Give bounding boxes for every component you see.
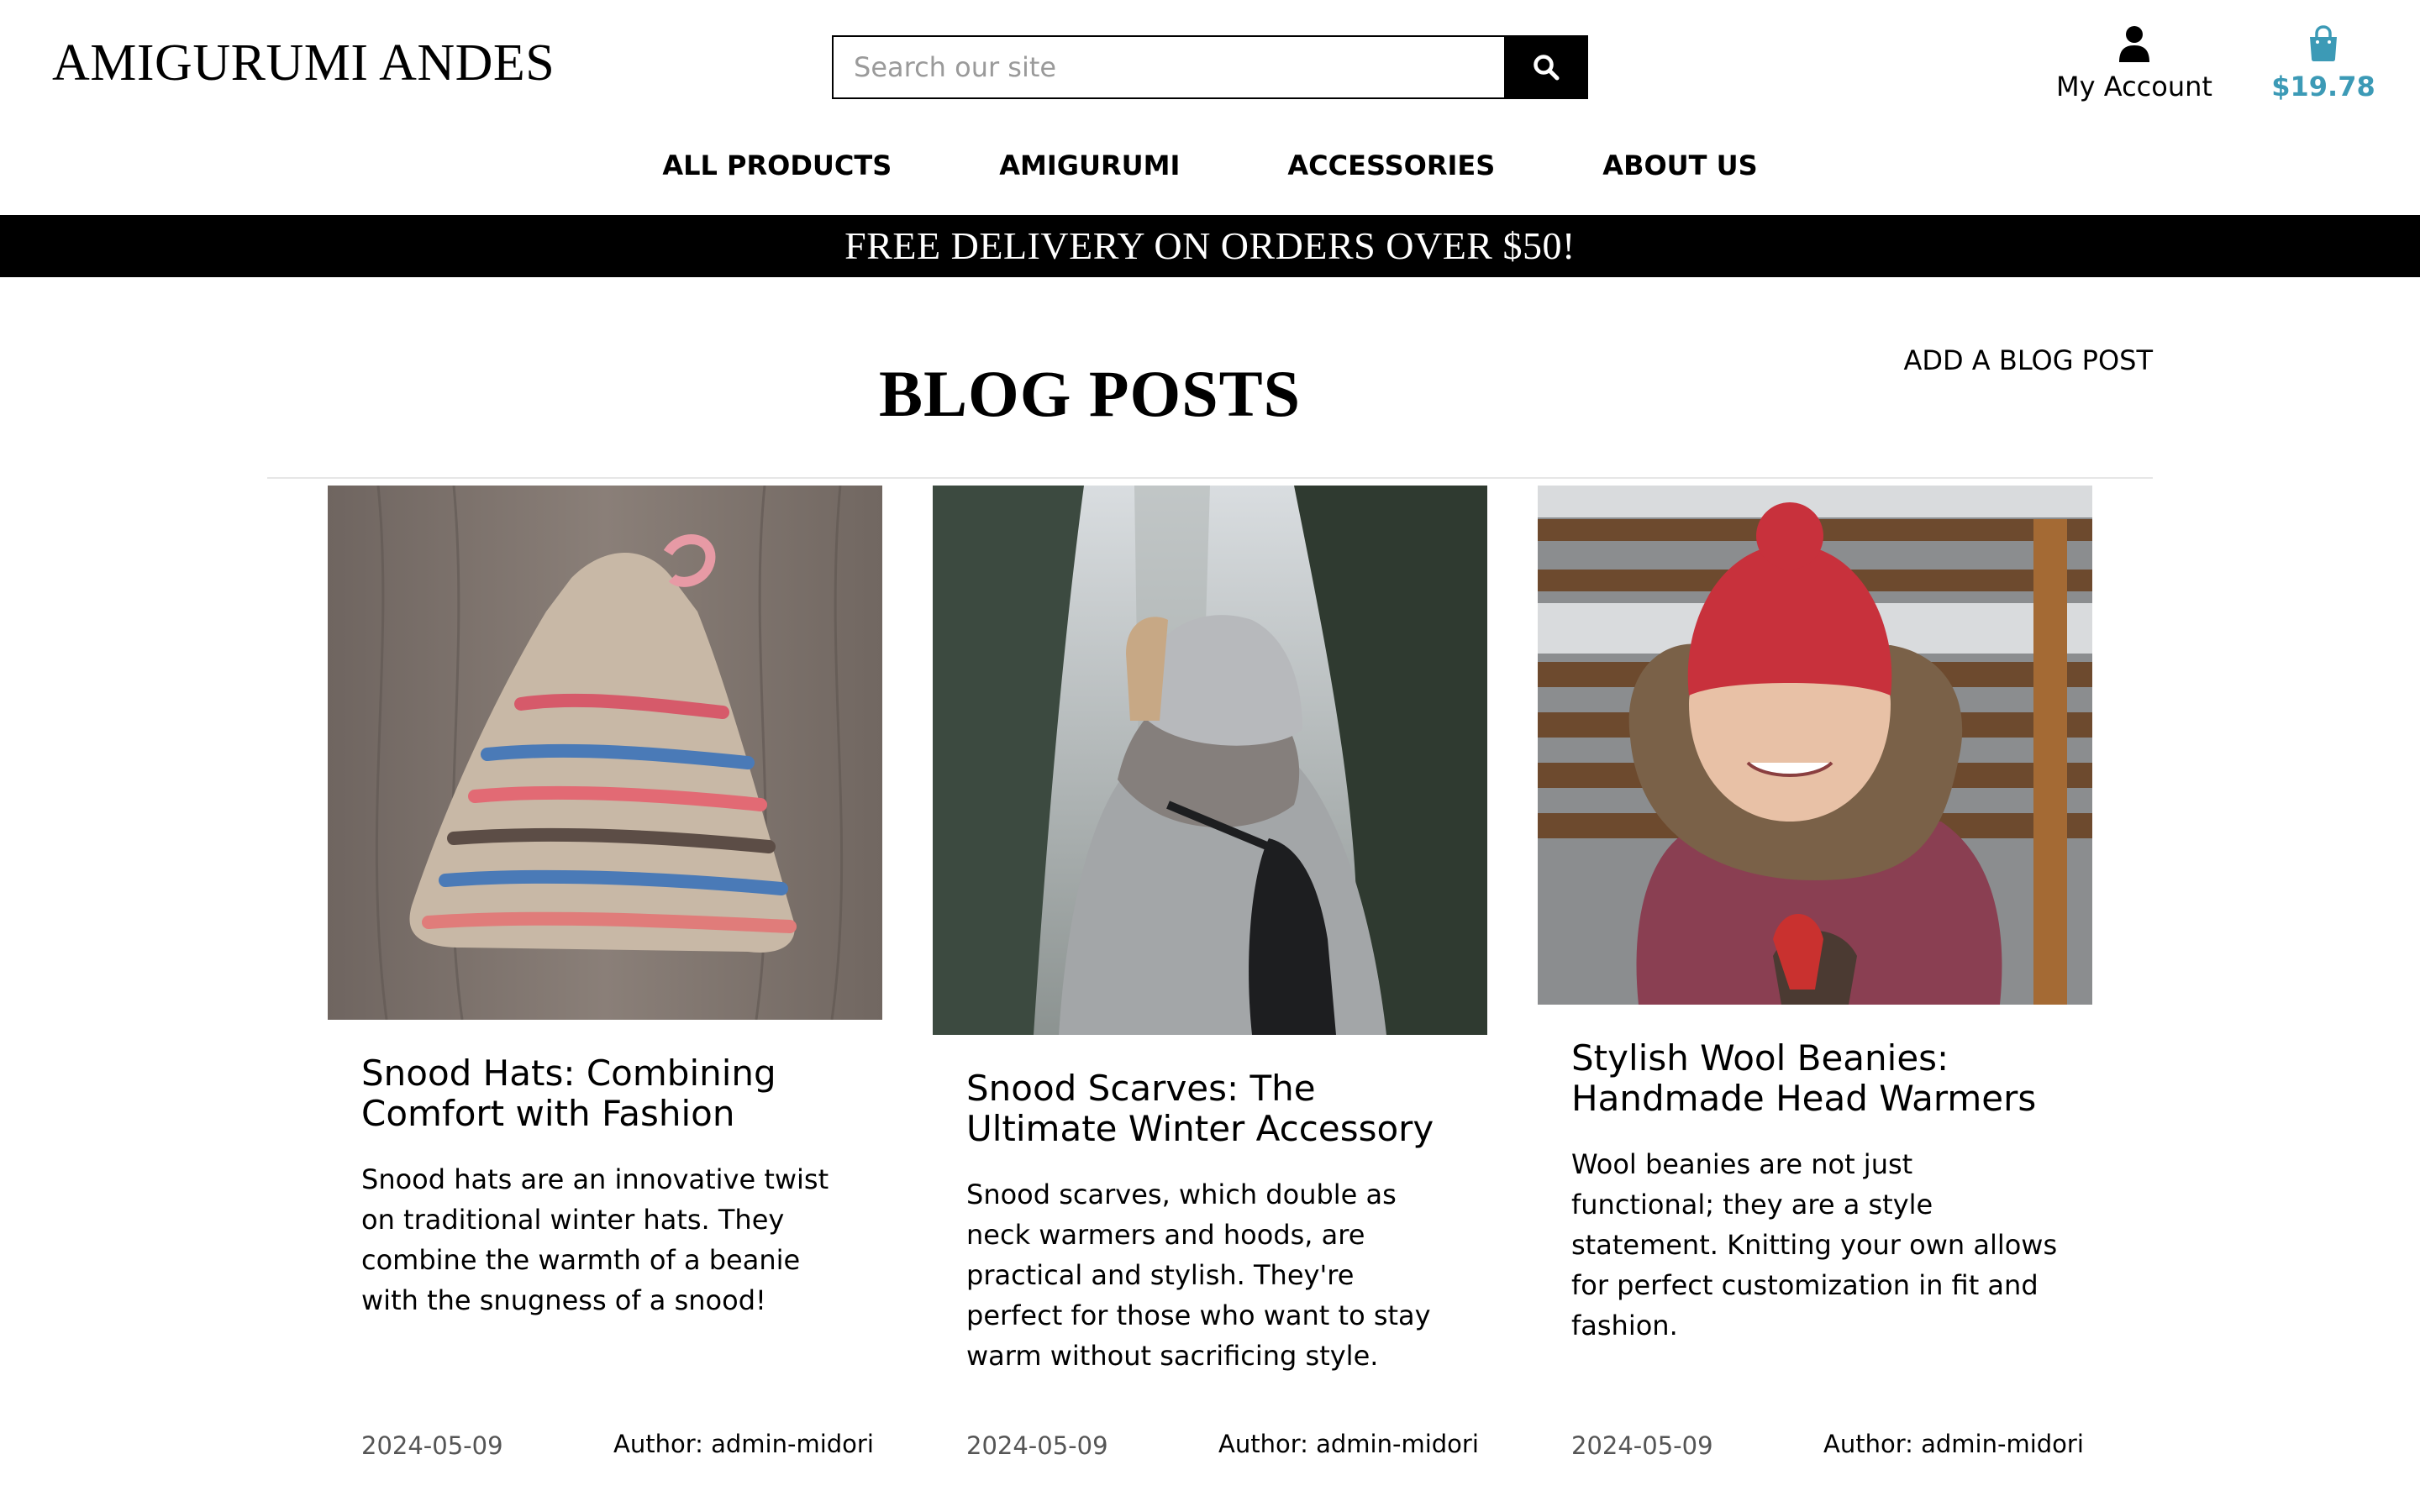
post-author: Author: admin-midori: [613, 1430, 874, 1458]
search-icon: [1534, 55, 1560, 81]
search-form: [832, 35, 1588, 99]
search-input[interactable]: [832, 35, 1504, 99]
nav-amigurumi[interactable]: AMIGURUMI: [999, 150, 1180, 181]
page-title: BLOG POSTS: [879, 357, 1301, 430]
post-title[interactable]: Snood Scarves: The Ultimate Winter Acces…: [966, 1068, 1454, 1149]
nav-all-products[interactable]: ALL PRODUCTS: [662, 150, 892, 181]
post-excerpt: Snood scarves, which double as neck warm…: [966, 1179, 1431, 1372]
post-excerpt: Wool beanies are not just functional; th…: [1571, 1148, 2058, 1341]
shopping-bag-icon: [2310, 25, 2337, 61]
nav-accessories[interactable]: ACCESSORIES: [1287, 150, 1495, 181]
add-blog-post-link[interactable]: ADD A BLOG POST: [1903, 344, 2153, 376]
post-date: 2024-05-09: [361, 1431, 503, 1460]
post-author: Author: admin-midori: [1823, 1430, 2084, 1458]
blog-card[interactable]: Snood Hats: Combining Comfort with Fashi…: [328, 486, 882, 1460]
main-nav: ALL PRODUCTS AMIGURUMI ACCESSORIES ABOUT…: [0, 150, 2420, 181]
cart-total: $19.78: [2271, 71, 2375, 102]
nav-about-us[interactable]: ABOUT US: [1602, 150, 1757, 181]
post-author: Author: admin-midori: [1218, 1430, 1479, 1458]
search-button[interactable]: [1504, 35, 1588, 99]
site-logo[interactable]: AMIGURUMI ANDES: [52, 34, 555, 93]
post-date: 2024-05-09: [966, 1431, 1108, 1460]
woman-wearing-snood-scarf-photo[interactable]: [933, 486, 1487, 1035]
post-excerpt: Snood hats are an innovative twist on tr…: [361, 1163, 829, 1316]
blog-card[interactable]: Stylish Wool Beanies: Handmade Head Warm…: [1538, 486, 2092, 1460]
user-icon: [2119, 26, 2149, 62]
post-title[interactable]: Snood Hats: Combining Comfort with Fashi…: [361, 1053, 849, 1134]
my-account-label: My Account: [2056, 71, 2212, 102]
cart-link[interactable]: $19.78: [2269, 25, 2378, 102]
post-title[interactable]: Stylish Wool Beanies: Handmade Head Warm…: [1571, 1038, 2059, 1119]
blog-card[interactable]: Snood Scarves: The Ultimate Winter Acces…: [933, 486, 1487, 1460]
girl-in-red-beanie-photo[interactable]: [1538, 486, 2092, 1005]
crochet-snood-hat-photo[interactable]: [328, 486, 882, 1020]
post-date: 2024-05-09: [1571, 1431, 1713, 1460]
delivery-banner: FREE DELIVERY ON ORDERS OVER $50!: [0, 215, 2420, 277]
my-account-link[interactable]: My Account: [2050, 25, 2218, 102]
divider: [267, 477, 2153, 479]
